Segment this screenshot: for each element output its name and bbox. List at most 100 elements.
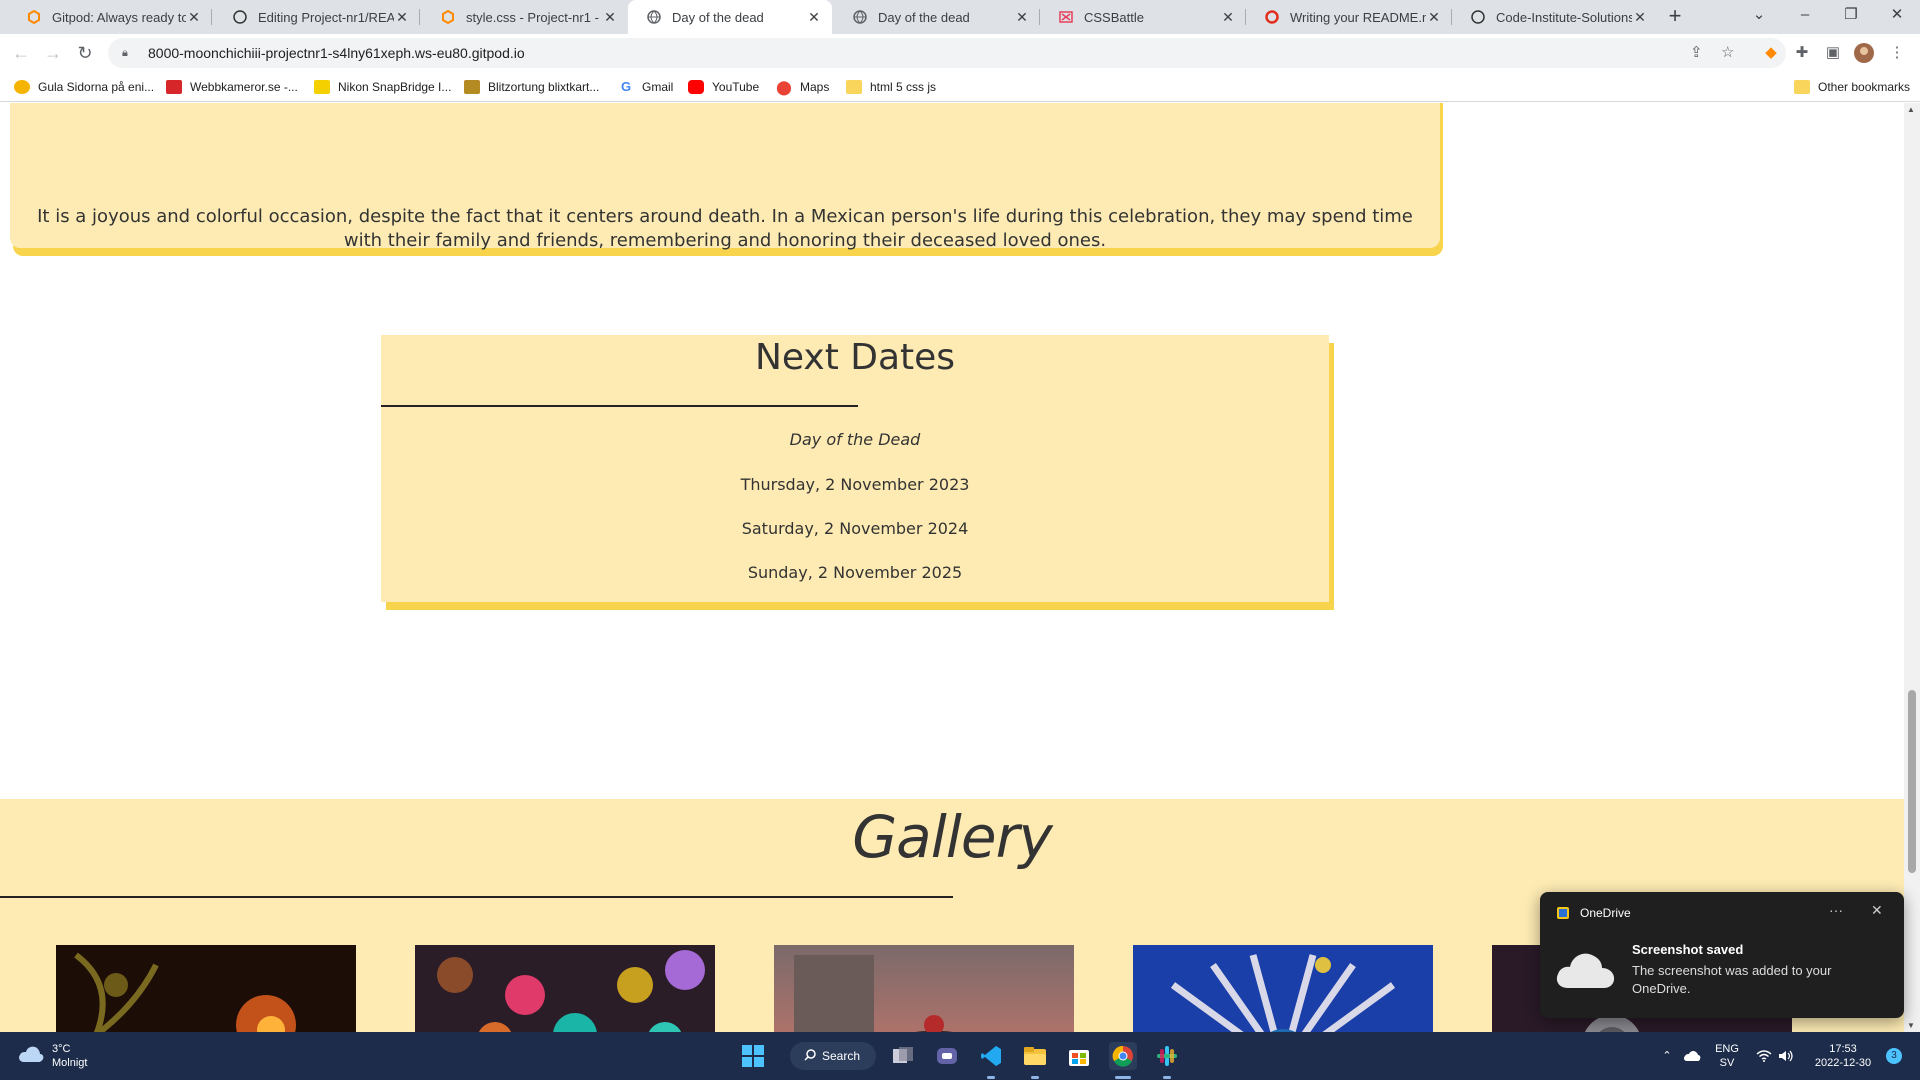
bookmark-item[interactable]: Webbkameror.se -... (166, 78, 298, 96)
back-arrow-icon[interactable]: ← (6, 38, 36, 68)
close-tab-icon[interactable]: ✕ (1426, 9, 1442, 26)
windows-start-icon[interactable] (739, 1042, 767, 1070)
bookmark-item[interactable]: YouTube (688, 78, 759, 96)
windows-taskbar: 3°C Molnigt Search ⌃ ENG SV 17:53 2022-12-… (0, 1032, 1920, 1080)
task-view-icon[interactable] (889, 1042, 917, 1070)
teams-chat-icon[interactable] (933, 1042, 961, 1070)
bookmark-item[interactable]: Nikon SnapBridge I... (314, 78, 451, 96)
minimize-button[interactable]: – (1782, 0, 1828, 34)
cloud-weather-icon (18, 1045, 44, 1068)
reload-icon[interactable]: ↻ (70, 38, 100, 68)
cssbattle-icon (1058, 9, 1074, 25)
globe-icon (646, 9, 662, 25)
tab-title: Day of the dead (672, 9, 764, 25)
restore-button[interactable]: ❐ (1828, 0, 1874, 34)
gallery-image-catrina[interactable] (774, 945, 1074, 1032)
date-item: Thursday, 2 November 2023 (740, 475, 970, 494)
active-indicator (1115, 1076, 1131, 1079)
tab-title: style.css - Project-nr1 - Git (466, 9, 602, 25)
other-bookmarks-folder[interactable]: Other bookmarks (1794, 78, 1910, 96)
new-tab-button[interactable]: + (1661, 4, 1689, 30)
nikon-icon (314, 80, 330, 94)
close-tab-icon[interactable]: ✕ (1014, 9, 1030, 26)
menu-kebab-icon[interactable]: ⋮ (1886, 42, 1908, 64)
scroll-down-arrow-icon[interactable]: ▼ (1907, 1021, 1915, 1030)
tab-title: Code-Institute-Solutions/r (1496, 9, 1632, 25)
tab-title: CSSBattle (1084, 9, 1144, 25)
address-bar[interactable]: 🔒︎ 8000-moonchichiii-projectnr1-s4lny61x… (108, 38, 1786, 68)
weather-widget[interactable]: 3°C Molnigt (18, 1042, 87, 1070)
bookmark-item[interactable]: Gula Sidorna på eni... (14, 78, 154, 96)
tab-cssbattle[interactable]: CSSBattle ✕ (1040, 0, 1246, 34)
gallery-image-candles[interactable] (56, 945, 356, 1032)
extensions-puzzle-icon[interactable]: ✚ (1791, 42, 1813, 64)
onedrive-notification[interactable]: OneDrive ··· ✕ Screenshot saved The scre… (1540, 892, 1904, 1018)
close-tab-icon[interactable]: ✕ (394, 9, 410, 26)
tab-day-of-the-dead-active[interactable]: Day of the dead ✕ (628, 0, 832, 34)
youtube-icon (688, 80, 704, 94)
tab-title: Gitpod: Always ready to co (52, 9, 186, 25)
opera-icon (1264, 9, 1280, 25)
tab-strip: Gitpod: Always ready to co ✕ Editing Pro… (0, 0, 1920, 34)
tab-gitpod[interactable]: Gitpod: Always ready to co ✕ (8, 0, 212, 34)
tab-code-institute[interactable]: Code-Institute-Solutions/r ✕ (1452, 0, 1658, 34)
taskbar-search-button[interactable]: Search (790, 1042, 876, 1070)
tab-github-readme[interactable]: Editing Project-nr1/READM ✕ (214, 0, 420, 34)
lock-icon[interactable]: 🔒︎ (122, 47, 136, 60)
next-dates-card: Next Dates Day of the Dead Thursday, 2 N… (381, 335, 1329, 602)
eniro-icon (14, 80, 30, 94)
share-icon[interactable]: ⇪ (1690, 43, 1703, 61)
bookmark-item[interactable]: Blitzortung blixtkart... (464, 78, 599, 96)
next-dates-heading: Next Dates (754, 337, 956, 378)
notification-app-name: OneDrive (1580, 906, 1631, 920)
globe-icon (852, 9, 868, 25)
gitpod-icon (26, 9, 42, 25)
tab-writing-readme[interactable]: Writing your README.md ✕ (1246, 0, 1452, 34)
maps-pin-icon: ⬤ (776, 79, 792, 95)
forward-arrow-icon[interactable]: → (38, 38, 68, 68)
notification-center-badge[interactable]: 3 (1884, 1032, 1904, 1080)
close-tab-icon[interactable]: ✕ (1220, 9, 1236, 26)
close-tab-icon[interactable]: ✕ (602, 9, 618, 26)
bookmark-item[interactable]: G Gmail (618, 78, 673, 96)
close-window-button[interactable]: ✕ (1874, 0, 1920, 34)
close-tab-icon[interactable]: ✕ (806, 9, 822, 26)
weather-temperature: 3°C (52, 1043, 71, 1055)
microsoft-store-icon[interactable] (1065, 1042, 1093, 1070)
close-tab-icon[interactable]: ✕ (186, 9, 202, 26)
gallery-image-headdress[interactable] (1133, 945, 1433, 1032)
close-tab-icon[interactable]: ✕ (1632, 9, 1648, 26)
volume-icon[interactable] (1776, 1032, 1796, 1080)
folder-icon (1794, 80, 1810, 94)
more-options-icon[interactable]: ··· (1829, 902, 1843, 918)
running-indicator (987, 1076, 995, 1079)
show-hidden-icons-chevron-icon[interactable]: ⌃ (1658, 1032, 1676, 1080)
page-scrollbar[interactable]: ▲ ▼ (1904, 103, 1920, 1032)
bookmark-folder[interactable]: html 5 css js (846, 78, 936, 96)
scrollbar-thumb[interactable] (1908, 690, 1916, 873)
event-name: Day of the Dead (789, 430, 921, 449)
gallery-heading: Gallery (852, 803, 1053, 871)
bookmark-star-icon[interactable]: ☆ (1721, 43, 1734, 61)
close-notification-icon[interactable]: ✕ (1871, 902, 1883, 919)
onedrive-tray-icon[interactable] (1680, 1032, 1704, 1080)
notification-title: Screenshot saved (1632, 942, 1744, 957)
clock[interactable]: 17:53 2022-12-30 (1808, 1032, 1878, 1080)
gallery-image-crowd[interactable] (415, 945, 715, 1032)
bookmark-item[interactable]: ⬤ Maps (776, 78, 829, 96)
gitpod-extension-icon[interactable]: ◆ (1760, 42, 1782, 64)
scroll-up-arrow-icon[interactable]: ▲ (1907, 105, 1915, 114)
tab-title: Day of the dead (878, 9, 970, 25)
wifi-icon[interactable] (1754, 1032, 1774, 1080)
profile-avatar[interactable] (1853, 42, 1875, 64)
tab-day-of-the-dead[interactable]: Day of the dead ✕ (834, 0, 1040, 34)
chrome-icon[interactable] (1109, 1042, 1137, 1070)
side-panel-icon[interactable]: ▣ (1822, 42, 1844, 64)
language-indicator[interactable]: ENG SV (1712, 1032, 1742, 1080)
slack-icon[interactable] (1153, 1042, 1181, 1070)
tab-search-chevron-icon[interactable]: ⌄ (1736, 0, 1782, 34)
date-item: Saturday, 2 November 2024 (741, 519, 969, 538)
tab-style-css[interactable]: style.css - Project-nr1 - Git ✕ (422, 0, 628, 34)
file-explorer-icon[interactable] (1021, 1042, 1049, 1070)
vscode-icon[interactable] (977, 1042, 1005, 1070)
